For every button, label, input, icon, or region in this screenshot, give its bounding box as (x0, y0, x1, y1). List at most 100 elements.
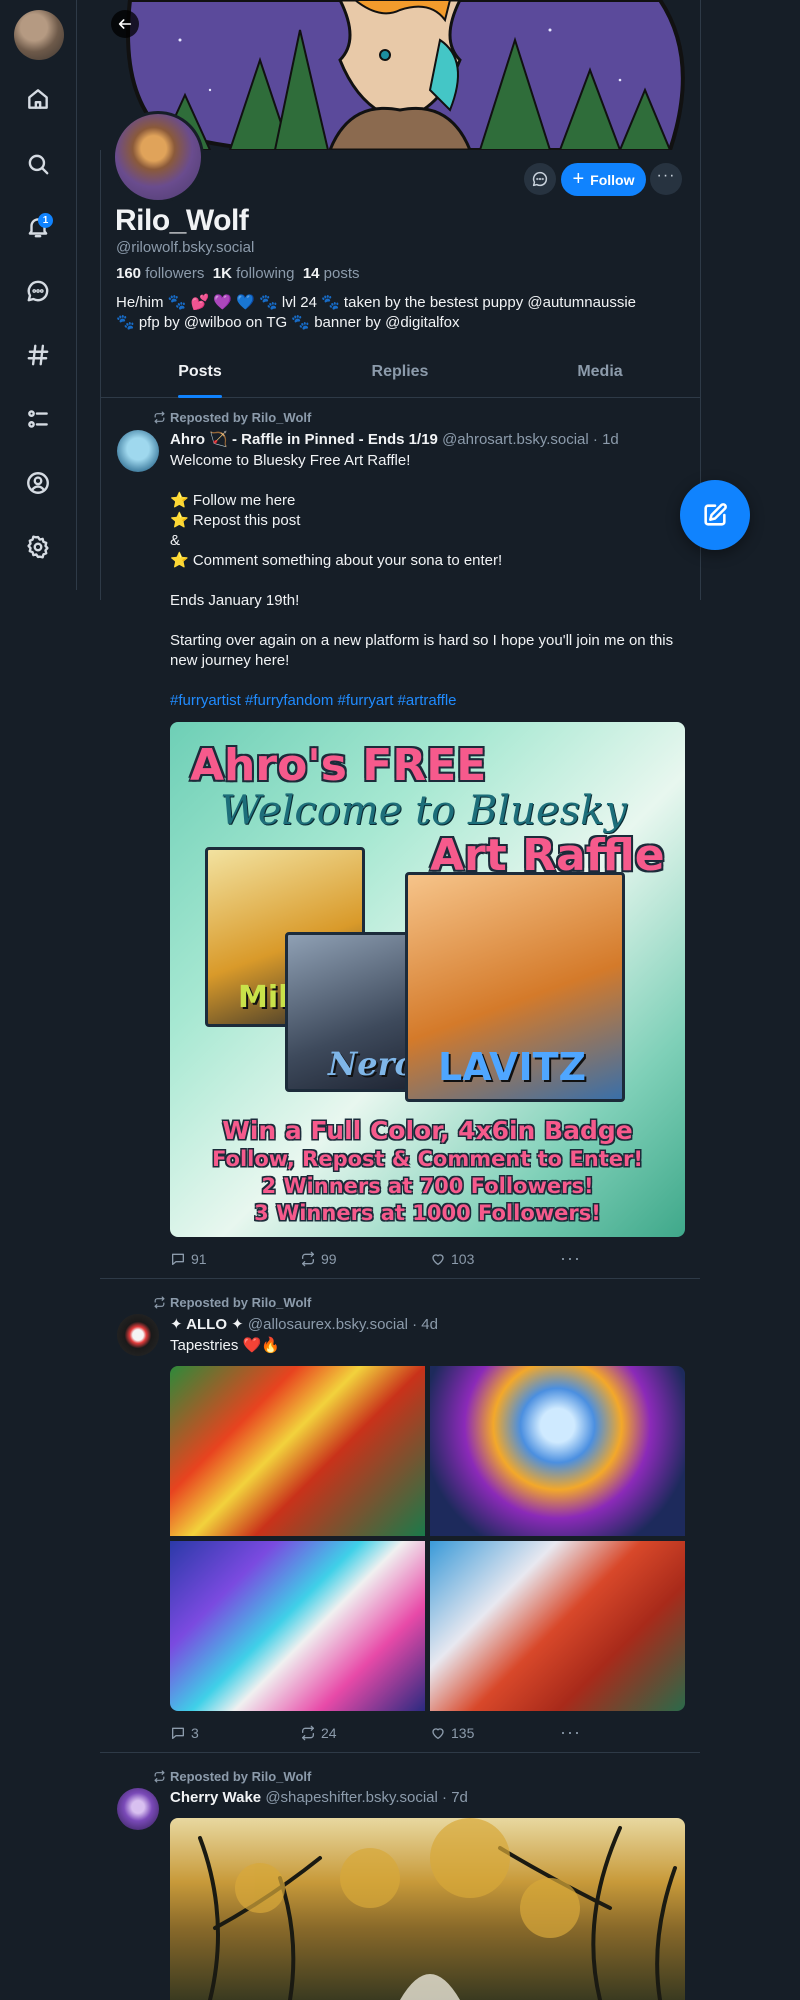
profile-stats: 160 followers 1K following 14 posts (116, 265, 360, 282)
arrow-left-icon (118, 19, 132, 29)
gear-icon (27, 535, 49, 559)
chat-icon (27, 280, 49, 302)
search-button[interactable] (14, 140, 62, 188)
repost-icon (154, 411, 165, 424)
repost-count: 24 (321, 1724, 337, 1741)
repost-label: Reposted by Rilo_Wolf (170, 410, 312, 425)
post-text: Tapestries ❤️🔥 (170, 1337, 280, 1354)
repost-count: 99 (321, 1250, 337, 1267)
raffle-line-1: Win a Full Color, 4x6in Badge (222, 1116, 633, 1145)
search-icon (28, 154, 49, 175)
grid-image-2[interactable] (430, 1366, 685, 1536)
profile-avatar[interactable] (112, 111, 204, 203)
profile-button[interactable] (14, 459, 62, 507)
repost-indicator[interactable]: Reposted by Rilo_Wolf (153, 410, 311, 425)
post-author-handle[interactable]: @ahrosart.bsky.social (442, 431, 589, 448)
notification-badge: 1 (38, 213, 53, 228)
follow-button[interactable]: + Follow (561, 163, 646, 196)
message-button[interactable] (524, 163, 556, 195)
post-image-grid (170, 1366, 685, 1711)
following-count: 1K (212, 265, 232, 282)
post-image-forest[interactable] (170, 1818, 685, 2000)
post-actions: 91 99 103 ··· (170, 1248, 581, 1269)
profile-bio: He/him 🐾 💕 💜 💙 🐾 lvl 24 🐾 taken by the b… (116, 294, 637, 331)
post-image-raffle[interactable]: Ahro's FREE Welcome to Bluesky Art Raffl… (170, 722, 685, 1237)
raffle-title: Ahro's FREE (190, 740, 487, 791)
chat-button[interactable] (14, 267, 62, 315)
followers-link[interactable]: 160 followers (116, 265, 204, 282)
repost-indicator[interactable]: Reposted by Rilo_Wolf (153, 1769, 311, 1784)
compose-button[interactable] (680, 480, 750, 550)
tab-posts[interactable]: Posts (100, 354, 300, 397)
post-more-button[interactable]: ··· (560, 1722, 581, 1743)
display-name: Rilo_Wolf (115, 204, 249, 237)
post-more-button[interactable]: ··· (560, 1248, 581, 1269)
following-label: following (236, 265, 295, 282)
reply-count: 91 (191, 1250, 207, 1267)
post-author-name[interactable]: ✦ ALLO ✦ (170, 1316, 244, 1333)
repost-icon (154, 1296, 165, 1309)
more-options-button[interactable]: ··· (650, 163, 682, 195)
feeds-button[interactable] (14, 331, 62, 379)
post-author-avatar[interactable] (117, 1788, 159, 1830)
like-button[interactable]: 103 (430, 1251, 560, 1267)
post-author-avatar[interactable] (117, 1314, 159, 1356)
settings-button[interactable] (14, 523, 62, 571)
posts-count: 14 (302, 265, 320, 282)
like-button[interactable]: 135 (430, 1725, 560, 1741)
post-time[interactable]: · 7d (442, 1789, 468, 1806)
profile-tabs: Posts Replies Media (100, 354, 700, 398)
raffle-name-lavitz: LAVITZ (438, 1045, 587, 1089)
current-user-avatar[interactable] (14, 10, 64, 60)
lists-button[interactable] (14, 395, 62, 443)
raffle-line-4: 3 Winners at 1000 Followers! (254, 1201, 601, 1225)
reply-icon (172, 1253, 184, 1265)
tab-media[interactable]: Media (500, 354, 700, 397)
grid-image-3[interactable] (170, 1541, 425, 1711)
list-icon (28, 410, 48, 428)
plus-icon: + (572, 167, 585, 190)
raffle-line-2: Follow, Repost & Comment to Enter! (212, 1147, 643, 1171)
raffle-name-nero: Nero (328, 1045, 416, 1083)
post-divider (100, 1752, 700, 1753)
home-button[interactable] (14, 75, 62, 123)
post-author-name[interactable]: Cherry Wake (170, 1789, 261, 1806)
notifications-button[interactable] (14, 203, 62, 251)
heart-icon (432, 1253, 444, 1265)
more-icon: ··· (656, 167, 676, 184)
back-button[interactable] (111, 10, 139, 38)
raffle-line-3: 2 Winners at 700 Followers! (261, 1174, 594, 1198)
grid-image-1[interactable] (170, 1366, 425, 1536)
repost-button[interactable]: 99 (300, 1251, 430, 1267)
heart-icon (432, 1727, 444, 1739)
like-count: 103 (451, 1250, 475, 1267)
repost-indicator[interactable]: Reposted by Rilo_Wolf (153, 1295, 311, 1310)
repost-icon (154, 1770, 165, 1783)
reply-button[interactable]: 91 (170, 1251, 300, 1267)
following-link[interactable]: 1K following (213, 265, 295, 282)
post-time[interactable]: · 1d (593, 431, 619, 448)
post-hashtags[interactable]: #furryartist #furryfandom #furryart #art… (170, 691, 690, 711)
post-author-name[interactable]: Ahro 🏹 - Raffle in Pinned - Ends 1/19 (170, 431, 438, 448)
follow-label: Follow (590, 171, 635, 188)
tab-replies[interactable]: Replies (300, 354, 500, 397)
post-time[interactable]: · 4d (412, 1316, 438, 1333)
reply-button[interactable]: 3 (170, 1725, 300, 1741)
raffle-card-lavitz: LAVITZ (405, 872, 625, 1102)
reply-icon (172, 1727, 184, 1739)
post-header: Cherry Wake @shapeshifter.bsky.social · … (170, 1789, 468, 1806)
repost-button[interactable]: 24 (300, 1725, 430, 1741)
followers-label: followers (145, 265, 205, 282)
grid-image-4[interactable] (430, 1541, 685, 1711)
forest-artwork (198, 1818, 677, 2000)
repost-label: Reposted by Rilo_Wolf (170, 1295, 312, 1310)
post-header: ✦ ALLO ✦ @allosaurex.bsky.social · 4d (170, 1315, 438, 1333)
raffle-welcome: Welcome to Bluesky (220, 788, 627, 834)
hashtag-icon (27, 344, 49, 366)
post-author-handle[interactable]: @shapeshifter.bsky.social (265, 1789, 438, 1806)
post-actions: 3 24 135 ··· (170, 1722, 581, 1743)
post-text: Welcome to Bluesky Free Art Raffle! ⭐ Fo… (170, 452, 674, 669)
followers-count: 160 (116, 265, 142, 282)
post-author-avatar[interactable] (117, 430, 159, 472)
post-author-handle[interactable]: @allosaurex.bsky.social (248, 1316, 408, 1333)
